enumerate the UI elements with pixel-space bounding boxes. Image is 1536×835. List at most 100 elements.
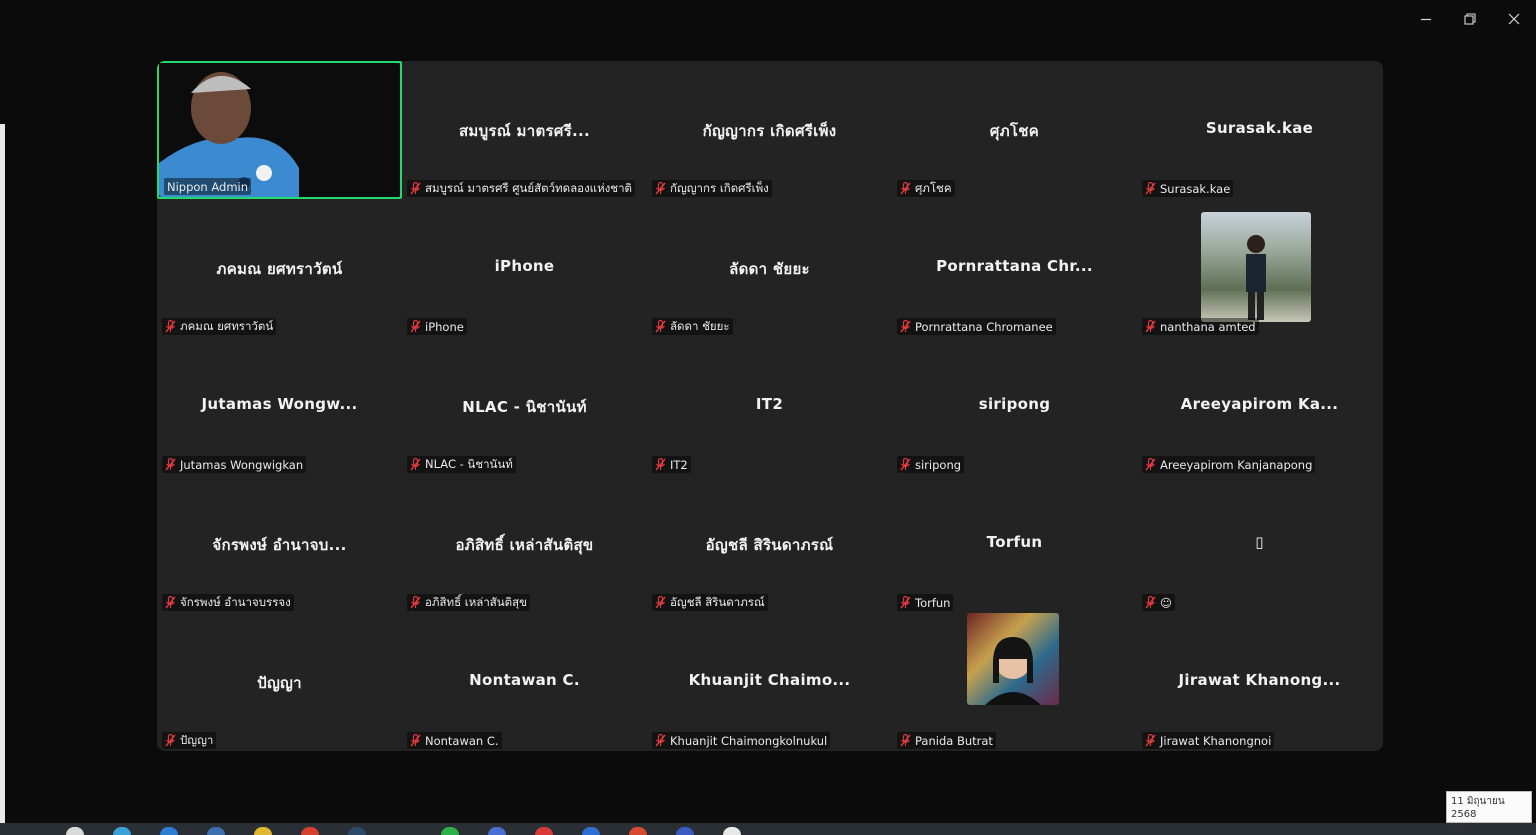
mic-muted-icon [410, 319, 421, 333]
participant-tile[interactable]: ลัดดา ชัยยะ ลัดดา ชัยยะ [647, 199, 892, 337]
participant-tile[interactable]: siripong siripong [892, 337, 1137, 475]
clock-day: พุธ [1451, 822, 1464, 833]
desktop-edge [0, 124, 5, 835]
taskbar-app-icon[interactable] [160, 827, 178, 835]
participant-name: จักรพงษ์ อำนาจบรรจง [180, 594, 291, 609]
mic-muted-icon [165, 733, 176, 747]
restore-button[interactable] [1448, 0, 1492, 38]
participant-tile[interactable]: อภิสิทธิ์ เหล่าสันติสุข อภิสิทธิ์ เหล่าสั… [402, 475, 647, 613]
participant-tile[interactable]: Surasak.kae Surasak.kae [1137, 61, 1382, 199]
participant-name: siripong [915, 457, 962, 472]
participant-name: ศุภโชค [915, 180, 952, 195]
participant-name: Areeyapirom Kanjanapong [1160, 457, 1313, 472]
mic-muted-icon [1145, 733, 1156, 747]
participant-display-name: Pornrattana Chr... [936, 257, 1093, 275]
participant-tile[interactable]: iPhone iPhone [402, 199, 647, 337]
participant-tile[interactable]: กัญญากร เกิดศรีเพ็ง กัญญากร เกิดศรีเพ็ง [647, 61, 892, 199]
participant-tile[interactable]: สมบูรณ์ มาตรศรี... สมบูรณ์ มาตรศรี ศูนย์ส… [402, 61, 647, 199]
participant-name: อภิสิทธิ์ เหล่าสันติสุข [425, 594, 528, 609]
mic-muted-icon [655, 457, 666, 471]
mic-muted-icon [410, 181, 421, 195]
participant-tile[interactable]: Jirawat Khanong... Jirawat Khanongnoi [1137, 613, 1382, 751]
participant-name: Surasak.kae [1160, 181, 1231, 196]
participant-name-label: ลัดดา ชัยยะ [652, 318, 733, 335]
close-button[interactable] [1492, 0, 1536, 38]
taskbar-app-icon[interactable] [66, 827, 84, 835]
participant-tile[interactable]: ▯ ☺ [1137, 475, 1382, 613]
participant-tile[interactable]: Jutamas Wongw... Jutamas Wongwigkan [157, 337, 402, 475]
participant-video [159, 63, 400, 197]
participant-tile[interactable]: Torfun Torfun [892, 475, 1137, 613]
participant-tile[interactable]: nanthana amted [1137, 199, 1382, 337]
profile-picture [1201, 212, 1311, 322]
minimize-button[interactable] [1404, 0, 1448, 38]
taskbar-app-icon[interactable] [301, 827, 319, 835]
participant-tile[interactable]: ศุภโชค ศุภโชค [892, 61, 1137, 199]
participant-tile[interactable]: Nontawan C. Nontawan C. [402, 613, 647, 751]
participant-name: Khuanjit Chaimongkolnukul [670, 733, 828, 748]
taskbar-app-icon[interactable] [488, 827, 506, 835]
participant-name-label: กัญญากร เกิดศรีเพ็ง [652, 180, 772, 197]
participant-name-label: Surasak.kae [1142, 180, 1234, 197]
participant-name: Torfun [915, 595, 951, 610]
participant-display-name: กัญญากร เกิดศรีเพ็ง [702, 122, 837, 140]
participant-tile[interactable]: NLAC - นิชานันท์ NLAC - นิชานันท์ [402, 337, 647, 475]
taskbar-app-icon[interactable] [629, 827, 647, 835]
participant-display-name: iPhone [494, 257, 555, 275]
participant-display-name: ▯ [1255, 533, 1264, 551]
participant-tile[interactable]: Khuanjit Chaimo... Khuanjit Chaimongkolnu… [647, 613, 892, 751]
participant-name: Pornrattana Chromanee [915, 319, 1053, 334]
participant-name: ลัดดา ชัยยะ [670, 318, 730, 333]
participant-display-name: Jirawat Khanong... [1178, 671, 1341, 689]
participant-display-name: Torfun [986, 533, 1043, 551]
participant-tile[interactable]: Pornrattana Chr... Pornrattana Chromanee [892, 199, 1137, 337]
taskbar-app-icon[interactable] [348, 827, 366, 835]
participant-name-label: อัญชลี สิรินดาภรณ์ [652, 594, 768, 611]
taskbar-app-icon[interactable] [254, 827, 272, 835]
participant-display-name: ปัญญา [257, 674, 302, 692]
mic-muted-icon [1145, 319, 1156, 333]
participant-name-label: IT2 [652, 456, 691, 473]
participant-name: nanthana amted [1160, 319, 1256, 334]
participant-display-name: NLAC - นิชานันท์ [462, 398, 587, 416]
participant-name: Nontawan C. [425, 733, 499, 748]
participant-name-label: Torfun [897, 594, 954, 611]
participant-name: อัญชลี สิรินดาภรณ์ [670, 594, 765, 609]
taskbar-app-icon[interactable] [676, 827, 694, 835]
close-icon [1508, 13, 1520, 25]
taskbar-app-icon[interactable] [582, 827, 600, 835]
participant-display-name: IT2 [755, 395, 784, 413]
mic-muted-icon [655, 595, 666, 609]
participant-tile[interactable]: อัญชลี สิรินดาภรณ์ อัญชลี สิรินดาภรณ์ [647, 475, 892, 613]
mic-muted-icon [655, 181, 666, 195]
participant-name: ☺ [1160, 595, 1172, 610]
participant-name-label: iPhone [407, 318, 467, 335]
participant-tile[interactable]: ปัญญา ปัญญา [157, 613, 402, 751]
taskbar-app-icon[interactable] [723, 827, 741, 835]
participant-tile[interactable]: ภคมณ ยศทราวัตน์ ภคมณ ยศทราวัตน์ [157, 199, 402, 337]
system-clock[interactable]: 11 มิถุนายน 2568 พุธ [1446, 791, 1532, 833]
taskbar-app-icon[interactable] [535, 827, 553, 835]
taskbar-app-icon[interactable] [113, 827, 131, 835]
participant-name: Jirawat Khanongnoi [1160, 733, 1272, 748]
mic-muted-icon [165, 457, 176, 471]
mic-muted-icon [655, 319, 666, 333]
taskbar-app-icon[interactable] [207, 827, 225, 835]
participant-display-name: Surasak.kae [1205, 119, 1314, 137]
mic-muted-icon [900, 319, 911, 333]
participant-name: NLAC - นิชานันท์ [425, 456, 513, 471]
taskbar-app-icon[interactable] [441, 827, 459, 835]
participant-tile[interactable]: IT2 IT2 [647, 337, 892, 475]
mic-muted-icon [410, 457, 421, 471]
participant-name: ปัญญา [180, 732, 214, 747]
participant-name-label: NLAC - นิชานันท์ [407, 456, 516, 473]
gallery-view: Nippon Admin สมบูรณ์ มาตรศรี... สมบูรณ์ มา… [157, 61, 1383, 751]
participant-name-label: ภคมณ ยศทราวัตน์ [162, 318, 277, 335]
mic-muted-icon [900, 181, 911, 195]
participant-tile[interactable]: Nippon Admin [157, 61, 402, 199]
participant-tile[interactable]: จักรพงษ์ อำนาจบ... จักรพงษ์ อำนาจบรรจง [157, 475, 402, 613]
participant-tile[interactable]: Areeyapirom Ka... Areeyapirom Kanjanapong [1137, 337, 1382, 475]
participant-display-name: Nontawan C. [469, 671, 580, 689]
participant-tile[interactable]: Panida Butrat [892, 613, 1137, 751]
participant-name-label: Nontawan C. [407, 732, 502, 749]
